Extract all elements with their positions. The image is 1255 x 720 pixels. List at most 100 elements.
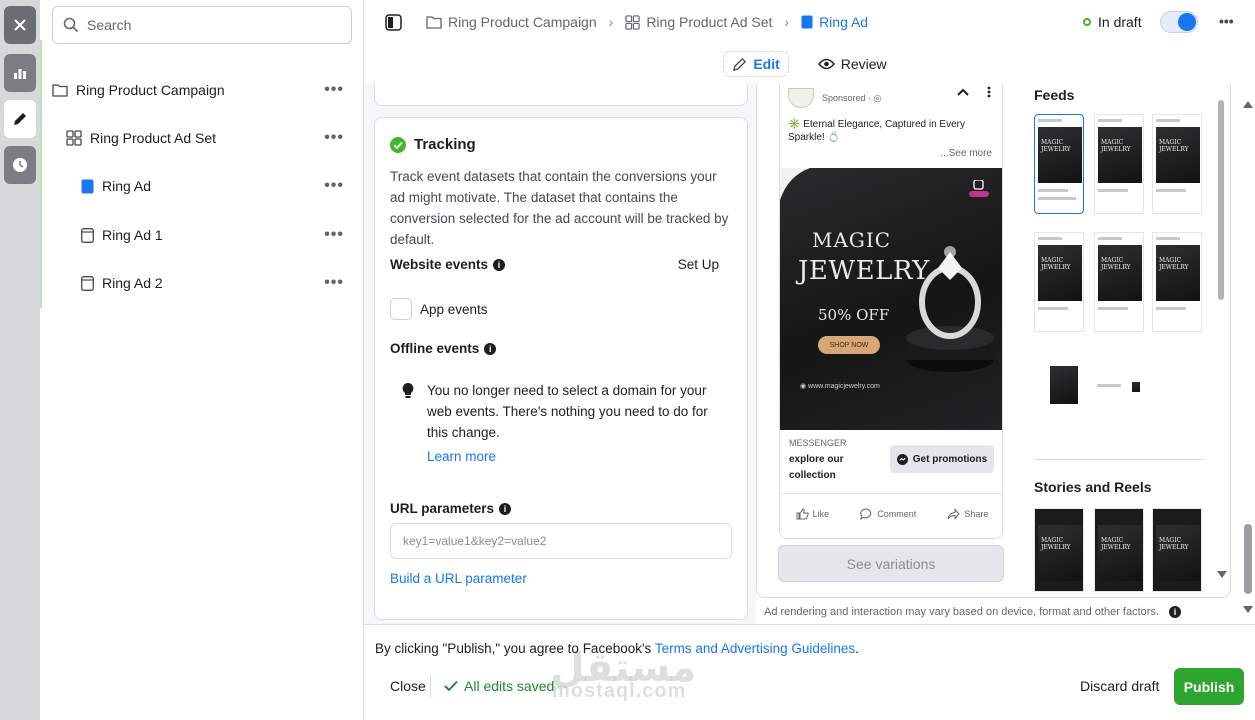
ad-brand-line2: JEWELRY <box>798 256 930 286</box>
close-icon[interactable] <box>4 6 36 44</box>
edit-pane: Tracking Track event datasets that conta… <box>364 84 756 624</box>
breadcrumb-separator: › <box>784 14 790 30</box>
grid-icon <box>66 130 82 146</box>
placement-thumbnail[interactable]: MAGIC JEWELRY <box>1094 508 1144 592</box>
pencil-icon[interactable] <box>4 100 36 138</box>
stories-reels-title: Stories and Reels <box>1034 479 1152 495</box>
more-icon[interactable]: ••• <box>324 81 344 99</box>
tree-item-ring-ad[interactable]: Ring Ad ••• <box>40 166 364 206</box>
more-options-icon[interactable]: ••• <box>1219 13 1234 29</box>
info-icon[interactable]: i <box>484 342 497 355</box>
vertical-more-icon[interactable] <box>987 86 991 98</box>
placement-thumbnail[interactable]: MAGIC JEWELRY <box>1152 232 1202 332</box>
website-events-label: Website events i <box>390 257 506 272</box>
domain-tip: You no longer need to select a domain fo… <box>401 380 721 467</box>
get-promotions-button[interactable]: Get promotions <box>890 445 994 473</box>
info-icon[interactable]: i <box>1169 606 1181 618</box>
app-events-label: App events <box>420 301 488 317</box>
scroll-up-icon[interactable] <box>1243 100 1253 108</box>
save-status: All edits saved <box>429 676 555 698</box>
edit-mode-button[interactable]: Edit <box>723 51 789 77</box>
status-label: In draft <box>1098 14 1142 30</box>
discard-draft-button[interactable]: Discard draft <box>1080 678 1159 694</box>
tip-text: You no longer need to select a domain fo… <box>427 383 708 440</box>
see-more-link[interactable]: ...See more <box>940 148 992 159</box>
thumb-text: MAGIC JEWELRY <box>1159 257 1189 271</box>
page-scrollbar[interactable] <box>1244 524 1252 594</box>
share-button[interactable]: Share <box>947 508 988 520</box>
tracking-description: Track event datasets that contain the co… <box>390 169 729 247</box>
ad-offer: 50% OFF <box>818 306 890 324</box>
chart-icon[interactable] <box>4 54 36 92</box>
see-variations-button[interactable]: See variations <box>778 545 1004 582</box>
breadcrumb-ad[interactable]: Ring Ad <box>801 14 868 30</box>
footer: By clicking "Publish," you agree to Face… <box>364 624 1255 720</box>
info-icon[interactable]: i <box>493 258 506 271</box>
messenger-icon <box>896 453 908 465</box>
chevron-up-icon[interactable] <box>957 88 969 96</box>
placement-thumbnail[interactable]: MAGIC JEWELRY <box>1034 114 1084 214</box>
more-icon[interactable]: ••• <box>324 177 344 195</box>
breadcrumb-label: Ring Ad <box>819 14 869 30</box>
placement-thumbnail[interactable] <box>1094 354 1144 414</box>
breadcrumb-campaign[interactable]: Ring Product Campaign <box>426 14 597 30</box>
scroll-down-icon[interactable] <box>1243 606 1253 614</box>
edit-label: Edit <box>753 56 780 72</box>
build-url-link[interactable]: Build a URL parameter <box>390 571 527 586</box>
toggle-panel-icon[interactable] <box>385 14 402 36</box>
placement-thumbnail[interactable]: MAGIC JEWELRY <box>1034 508 1084 592</box>
ad-shop-pill: SHOP NOW <box>818 336 880 354</box>
comment-button[interactable]: Comment <box>860 508 916 520</box>
placement-thumbnail[interactable] <box>1034 354 1084 454</box>
thumb-text: MAGIC JEWELRY <box>1101 537 1131 551</box>
like-button[interactable]: Like <box>796 508 829 520</box>
tracking-title-text: Tracking <box>414 136 476 153</box>
more-icon[interactable]: ••• <box>324 129 344 147</box>
setup-button[interactable]: Set Up <box>678 257 719 272</box>
watermark-latin: mostaql.com <box>552 680 687 702</box>
thumb-text: MAGIC JEWELRY <box>1101 257 1131 271</box>
placement-thumbnail[interactable]: MAGIC JEWELRY <box>1094 232 1144 332</box>
folder-icon <box>52 84 68 97</box>
tree-item-campaign[interactable]: Ring Product Campaign ••• <box>40 70 364 110</box>
ad-headline: explore our collection <box>789 454 844 481</box>
search-input[interactable]: Search <box>52 6 352 44</box>
breadcrumb: Ring Product Campaign › Ring Product Ad … <box>426 14 868 30</box>
close-button[interactable]: Close <box>390 678 426 694</box>
more-icon[interactable]: ••• <box>324 226 344 244</box>
placement-thumbnail[interactable]: MAGIC JEWELRY <box>1094 114 1144 214</box>
placement-thumbnail[interactable]: MAGIC JEWELRY <box>1152 114 1202 214</box>
check-circle-icon <box>390 136 406 153</box>
app-events-checkbox[interactable] <box>390 298 412 320</box>
tree-item-ring-ad-1[interactable]: Ring Ad 1 ••• <box>40 215 364 255</box>
placement-thumbnail[interactable]: MAGIC JEWELRY <box>1034 232 1084 332</box>
cta-label: Get promotions <box>912 453 988 465</box>
tree-item-ring-ad-2[interactable]: Ring Ad 2 ••• <box>40 263 364 303</box>
app-events-row[interactable]: App events <box>390 298 488 320</box>
thumb-text: MAGIC JEWELRY <box>1041 257 1071 271</box>
review-mode-button[interactable]: Review <box>810 52 895 76</box>
url-parameters-input[interactable]: key1=value1&key2=value2 <box>390 523 732 559</box>
save-status-text: All edits saved <box>464 678 555 694</box>
clock-icon[interactable] <box>4 146 36 184</box>
breadcrumb-adset[interactable]: Ring Product Ad Set <box>625 14 772 30</box>
publish-toggle[interactable] <box>1160 11 1198 33</box>
preview-scrollbar[interactable] <box>1218 100 1224 300</box>
lightbulb-icon <box>402 383 414 398</box>
scroll-down-icon[interactable] <box>1217 571 1227 579</box>
share-icon <box>947 508 961 520</box>
ad-outline-icon <box>81 227 94 243</box>
offline-events-label: Offline events i <box>390 341 497 356</box>
page-curl-graphic <box>780 168 810 200</box>
placement-thumbnail[interactable]: MAGIC JEWELRY <box>1152 508 1202 592</box>
url-parameters-text: URL parameters <box>390 501 495 516</box>
tree-item-adset[interactable]: Ring Product Ad Set ••• <box>40 118 364 158</box>
publish-button[interactable]: Publish <box>1174 668 1244 705</box>
tracking-card: Tracking Track event datasets that conta… <box>374 117 748 620</box>
info-icon[interactable]: i <box>499 502 512 515</box>
learn-more-link[interactable]: Learn more <box>427 446 721 467</box>
ad-preview[interactable]: Sponsored · ◎ ✳️ Eternal Elegance, Captu… <box>779 84 1003 539</box>
more-icon[interactable]: ••• <box>324 274 344 292</box>
comment-icon <box>860 508 872 520</box>
comment-label: Comment <box>877 509 917 519</box>
